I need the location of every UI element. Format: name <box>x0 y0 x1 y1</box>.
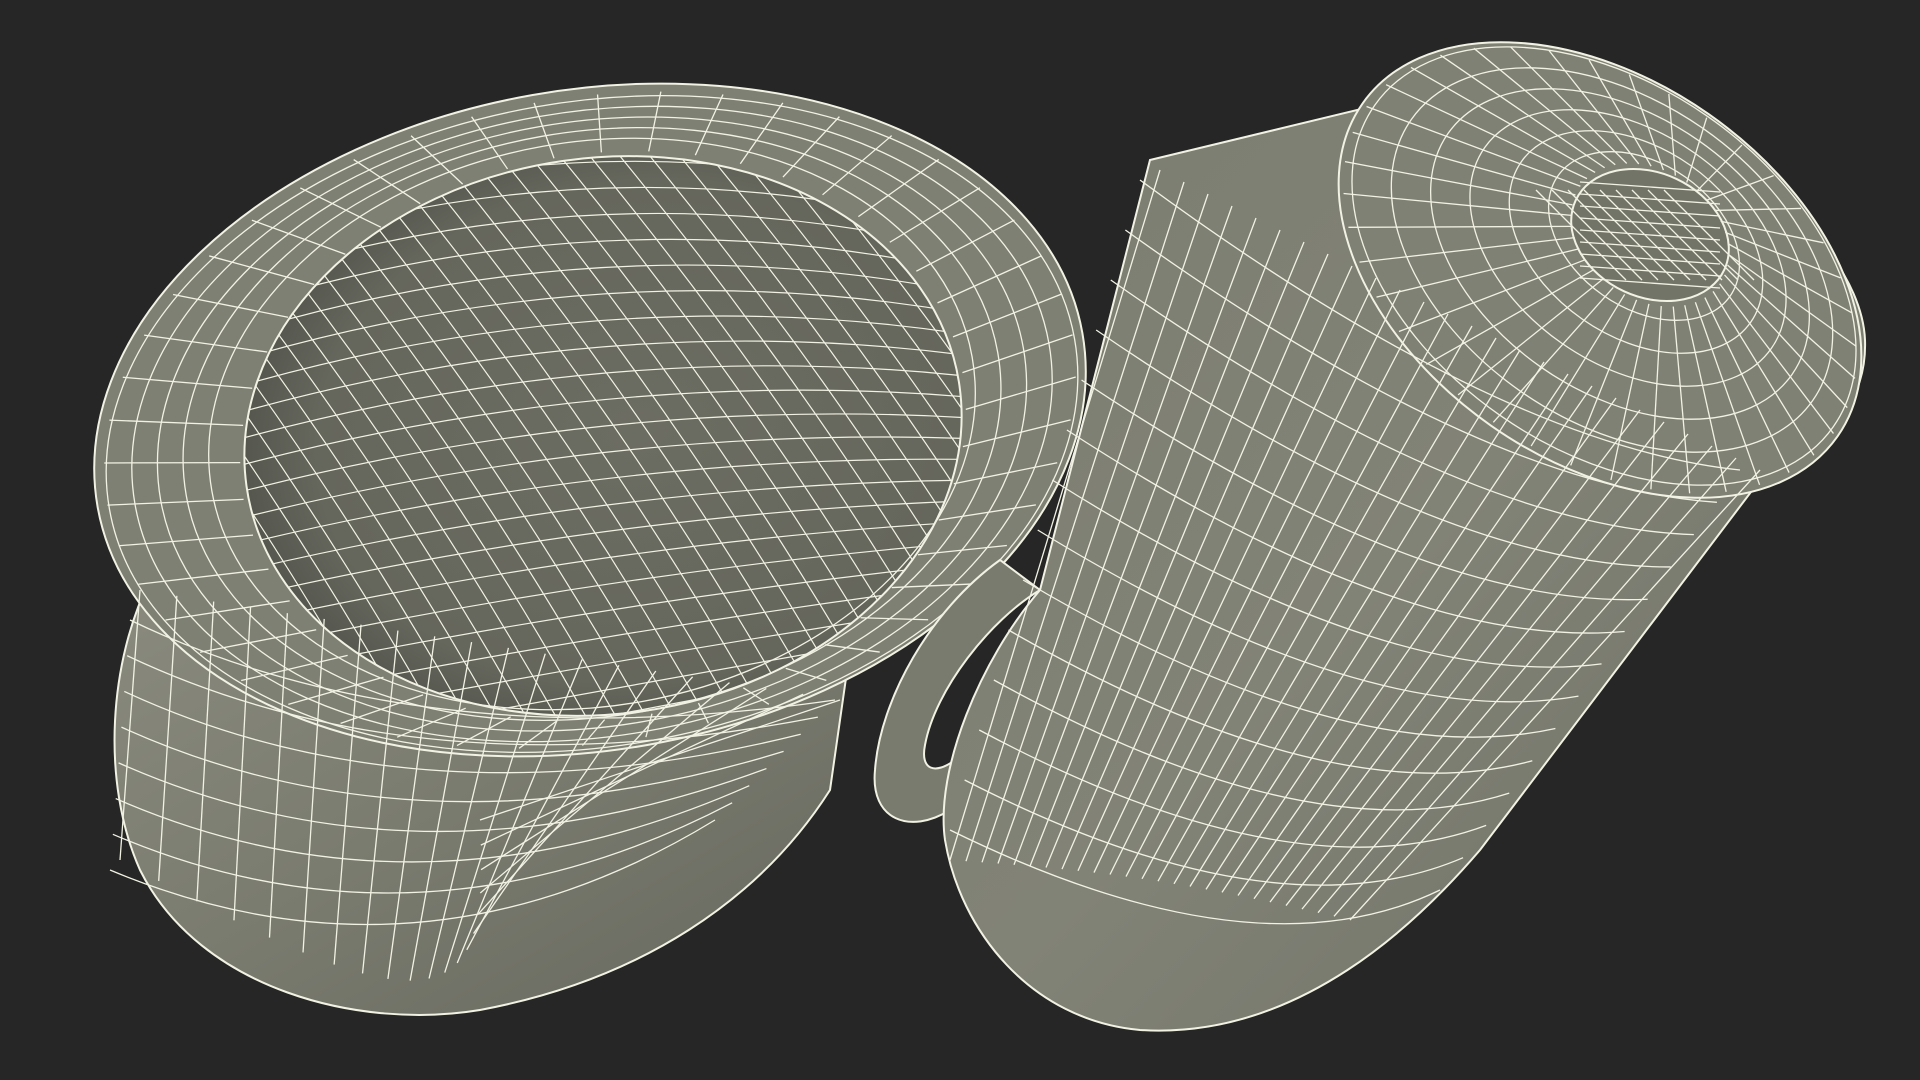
wireframe-render <box>93 41 1867 1032</box>
3d-viewport[interactable] <box>0 0 1920 1080</box>
